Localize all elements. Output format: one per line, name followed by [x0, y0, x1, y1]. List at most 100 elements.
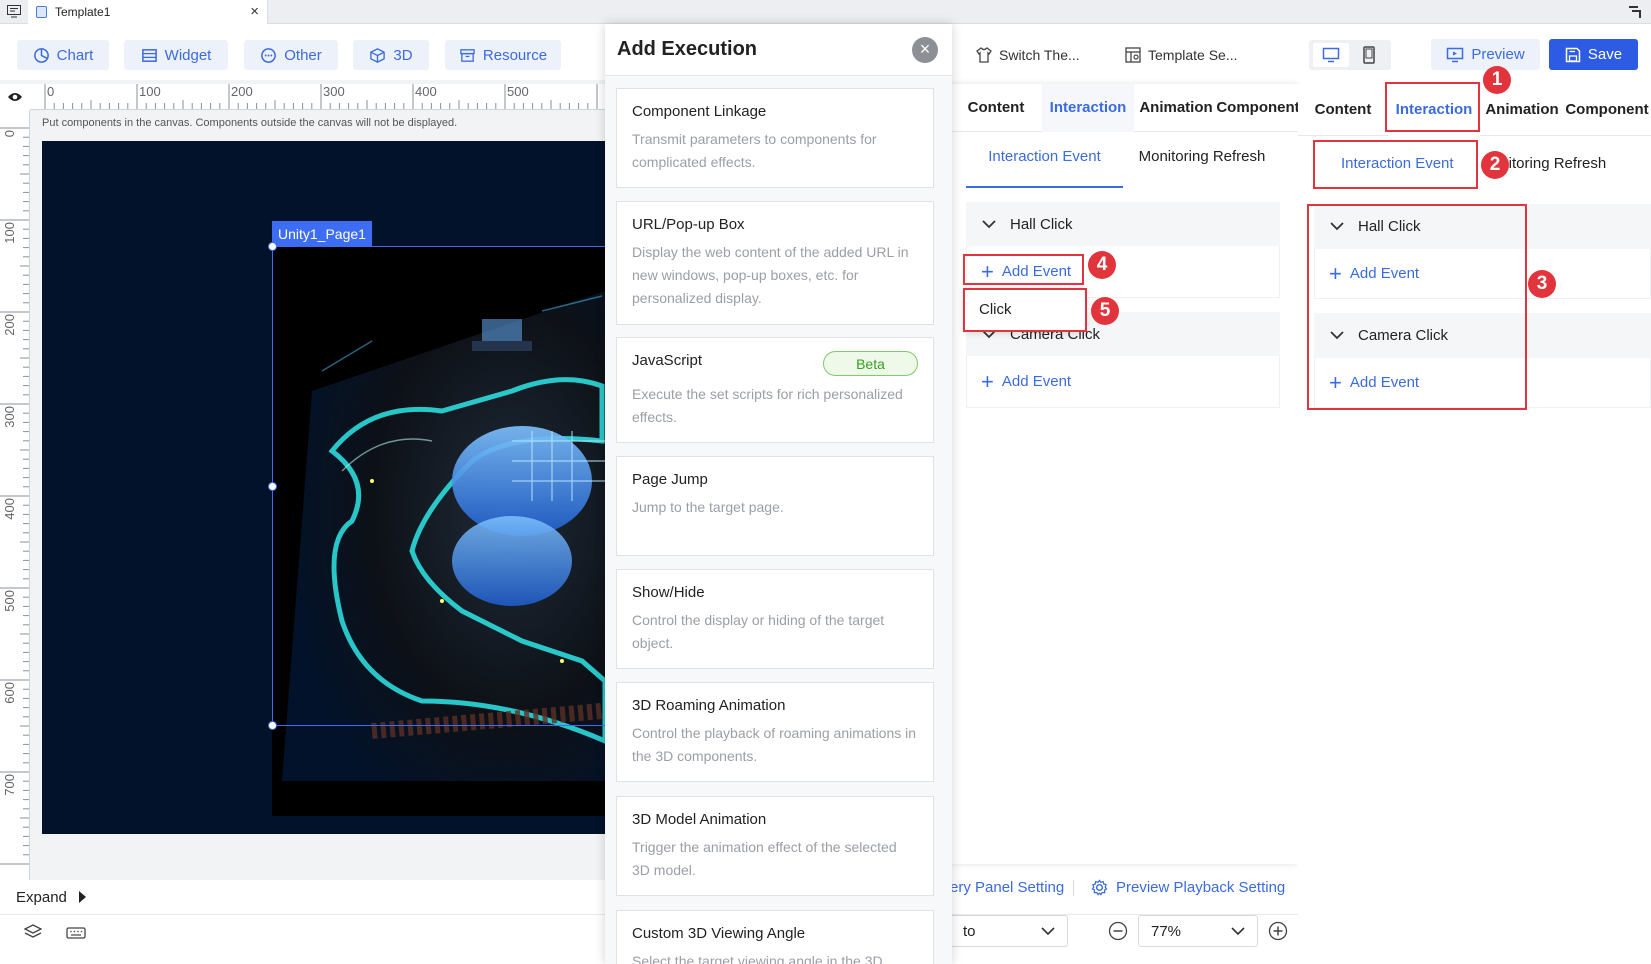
tab-interaction[interactable]: Interaction	[1042, 83, 1134, 132]
tab-component[interactable]: Component	[1564, 84, 1650, 136]
browser-tab-strip: Template1 ×	[0, 0, 1651, 24]
plus-icon: +	[981, 368, 994, 394]
ruler-label: 0	[2, 130, 17, 137]
highlight-add-event	[963, 254, 1084, 285]
ruler-label: 200	[231, 84, 253, 99]
option-javascript[interactable]: JavaScript Execute the set scripts for r…	[616, 337, 934, 443]
3d-button[interactable]: 3D	[353, 40, 429, 70]
add-execution-dialog: Add Execution × Component Linkage Transm…	[605, 24, 952, 964]
template-settings-icon	[1125, 47, 1141, 63]
save-button[interactable]: Save	[1549, 39, 1638, 70]
option-show-hide[interactable]: Show/Hide Control the display or hiding …	[616, 569, 934, 669]
app-menu-icon[interactable]	[7, 5, 21, 18]
annotation-badge-2: 2	[1481, 151, 1509, 179]
zoom-control: 77%	[1108, 915, 1288, 947]
query-panel-setting-link[interactable]: ery Panel Setting	[950, 870, 1064, 904]
highlight-event-groups	[1307, 204, 1527, 410]
preview-playback-setting-link[interactable]: Preview Playback Setting	[1091, 870, 1285, 904]
visibility-toggle[interactable]	[0, 84, 30, 110]
option-component-linkage[interactable]: Component Linkage Transmit parameters to…	[616, 88, 934, 188]
keyboard-icon[interactable]	[66, 926, 86, 942]
highlight-interaction-tab	[1385, 82, 1480, 132]
annotation-badge-1: 1	[1483, 66, 1511, 94]
settings-panel-middle: Content Interaction Animation Component …	[950, 83, 1300, 864]
tab-component[interactable]: Component	[1216, 84, 1299, 132]
cube-icon	[370, 47, 386, 63]
horizontal-ruler: 0 100 200 300 400 500	[30, 84, 605, 110]
selected-component-frame[interactable]	[272, 246, 612, 726]
tab-content[interactable]: Content	[1298, 84, 1388, 136]
ruler-label: 300	[323, 84, 345, 99]
option-url-popup[interactable]: URL/Pop-up Box Display the web content o…	[616, 201, 934, 325]
fit-mode-select[interactable]: to	[950, 915, 1068, 947]
tab-animation[interactable]: Animation	[1134, 84, 1218, 132]
ruler-label: 500	[507, 84, 529, 99]
ruler-label: 600	[2, 682, 17, 704]
desktop-icon	[1322, 47, 1340, 63]
tab-content[interactable]: Content	[950, 84, 1042, 132]
ruler-label: 100	[139, 84, 161, 99]
ruler-label: 300	[2, 406, 17, 428]
execution-options-list[interactable]: Component Linkage Transmit parameters to…	[605, 76, 952, 964]
eye-icon	[8, 93, 22, 101]
event-group-hall-click[interactable]: Hall Click	[966, 202, 1280, 246]
annotation-badge-3: 3	[1528, 270, 1556, 298]
device-toggle	[1309, 40, 1391, 70]
template-settings-button[interactable]: Template Se...	[1124, 40, 1238, 70]
gear-icon	[1091, 878, 1108, 896]
tab-title: Template1	[55, 5, 111, 19]
caret-right-icon	[78, 891, 86, 903]
widget-button[interactable]: Widget	[124, 40, 228, 70]
selected-component-label: Unity1_Page1	[272, 221, 372, 246]
chevron-down-icon	[982, 219, 996, 228]
resize-handle-left[interactable]	[268, 482, 277, 491]
option-3d-roaming-animation[interactable]: 3D Roaming Animation Control the playbac…	[616, 682, 934, 782]
chart-button[interactable]: Chart	[17, 40, 109, 70]
zoom-out-icon[interactable]	[1108, 921, 1128, 941]
highlight-click-option	[963, 288, 1087, 332]
switch-theme-button[interactable]: Switch The...	[975, 40, 1080, 70]
interaction-subtabs: Interaction Event Monitoring Refresh	[950, 132, 1298, 188]
ruler-label: 400	[2, 498, 17, 520]
vertical-ruler: 0 100 200 300 400 500 600 700	[0, 110, 30, 880]
close-tab-icon[interactable]: ×	[250, 3, 259, 20]
resource-button[interactable]: Resource	[445, 40, 561, 70]
other-button[interactable]: Other	[244, 40, 338, 70]
canvas-hint: Put components in the canvas. Components…	[42, 117, 458, 129]
annotation-badge-4: 4	[1088, 251, 1116, 279]
desktop-view-button[interactable]	[1313, 43, 1349, 67]
ruler-label: 500	[2, 590, 17, 612]
ruler-label: 100	[2, 222, 17, 244]
preview-button[interactable]: Preview	[1431, 39, 1540, 70]
dialog-header: Add Execution ×	[605, 24, 952, 76]
option-custom-3d-viewing-angle[interactable]: Custom 3D Viewing Angle Select the targe…	[616, 910, 934, 964]
template-icon	[36, 6, 47, 18]
chevron-down-icon	[1231, 926, 1245, 935]
horizontal-ruler-ticks: 0 100 200 300 400 500	[44, 84, 598, 109]
subtab-monitoring-refresh[interactable]: Monitoring Refresh	[1123, 148, 1281, 188]
subtab-monitoring-refresh[interactable]: onitoring Refresh	[1492, 155, 1606, 172]
resize-handle-top-left[interactable]	[268, 242, 277, 251]
zoom-in-icon[interactable]	[1268, 921, 1288, 941]
divider	[1073, 880, 1074, 896]
resize-handle-bottom-left[interactable]	[268, 721, 277, 730]
subtab-interaction-event[interactable]: Interaction Event	[966, 148, 1123, 188]
ruler-label: 0	[47, 84, 54, 99]
save-icon	[1565, 47, 1581, 62]
ruler-label: 200	[2, 314, 17, 336]
window-collapse-icon[interactable]	[1628, 5, 1642, 19]
expand-toggle[interactable]: Expand	[0, 880, 605, 914]
mobile-view-button[interactable]	[1351, 43, 1387, 67]
option-page-jump[interactable]: Page Jump Jump to the target page.	[616, 456, 934, 556]
option-3d-model-animation[interactable]: 3D Model Animation Trigger the animation…	[616, 796, 934, 896]
close-dialog-button[interactable]: ×	[912, 36, 938, 63]
ruler-label: 700	[2, 774, 17, 796]
tab-template1[interactable]: Template1 ×	[28, 0, 268, 24]
widget-icon	[141, 48, 157, 62]
shirt-icon	[976, 47, 992, 63]
layers-icon[interactable]	[23, 924, 43, 943]
zoom-level-select[interactable]: 77%	[1138, 915, 1258, 947]
preview-icon	[1447, 47, 1464, 62]
add-event-button[interactable]: + Add Event	[966, 356, 1280, 408]
dialog-title: Add Execution	[617, 38, 758, 60]
